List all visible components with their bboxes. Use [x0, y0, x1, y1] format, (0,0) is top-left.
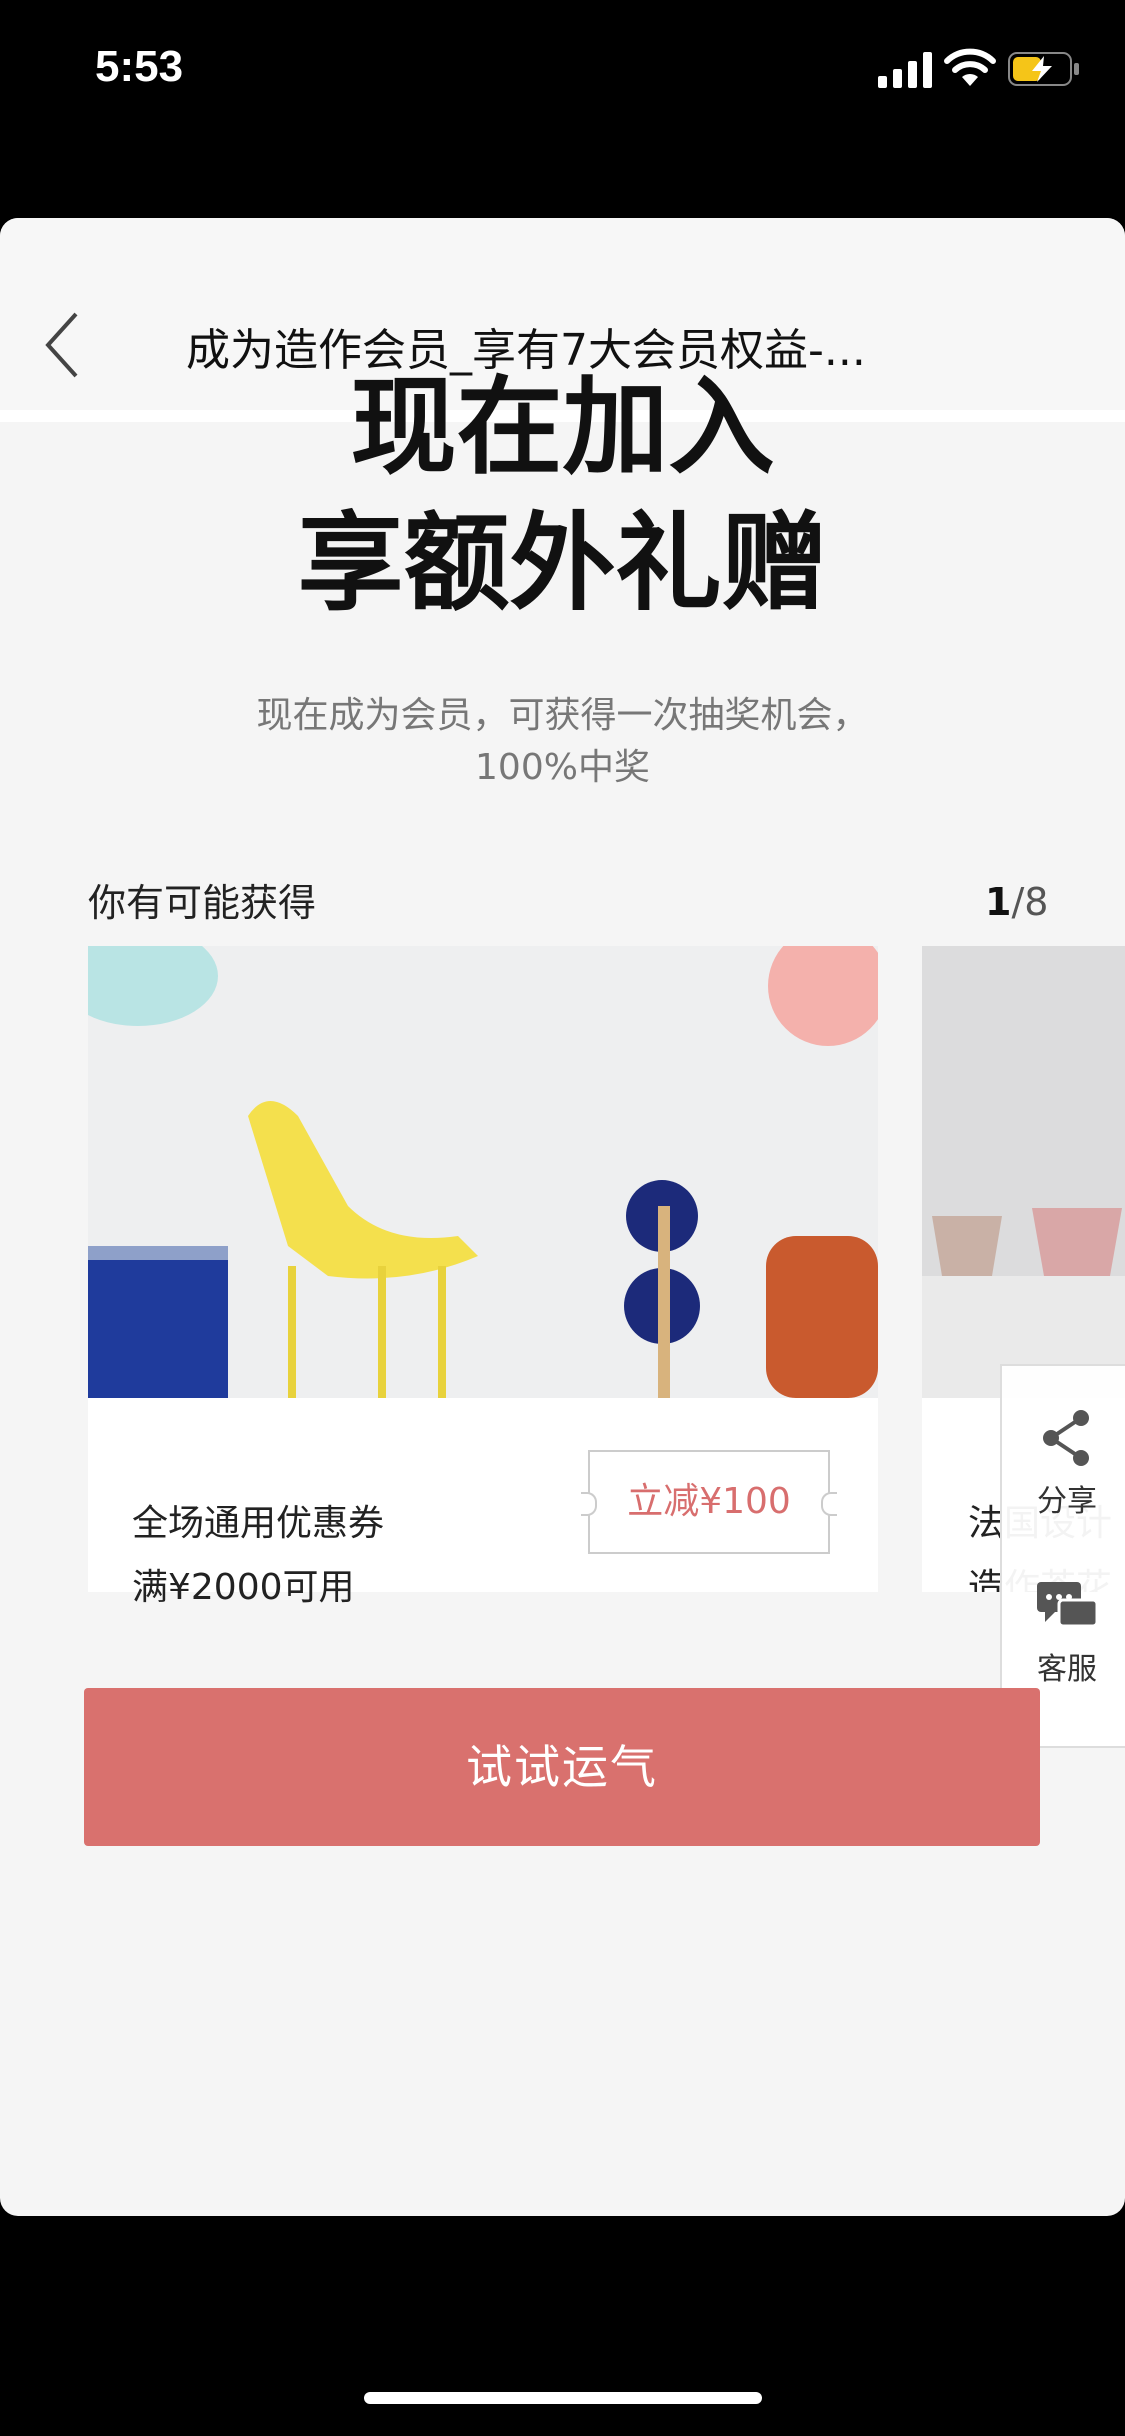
- carousel-pager: 1/8: [985, 880, 1048, 924]
- coupon-title: 全场通用优惠券: [132, 1503, 385, 1544]
- pager-current: 1: [985, 880, 1012, 924]
- status-bar: 5:53: [0, 0, 1125, 140]
- cellular-signal-icon: [878, 52, 932, 88]
- home-indicator[interactable]: [364, 2392, 762, 2404]
- status-time: 5:53: [95, 42, 184, 91]
- hero-heading: 现在加入 享额外礼赠: [0, 360, 1125, 632]
- coupon-condition: 满¥2000可用: [132, 1567, 355, 1608]
- coupon-discount-tag: 立减¥100: [581, 1450, 837, 1554]
- share-button[interactable]: 分享: [1002, 1408, 1125, 1520]
- vase-photo: [922, 946, 1125, 1398]
- battery-charging-icon: [1008, 52, 1079, 86]
- hero-line-2: 享额外礼赠: [297, 502, 828, 625]
- subtitle-line-2: 100%中奖: [475, 747, 650, 788]
- hero-subtitle: 现在成为会员，可获得一次抽奖机会， 100%中奖: [0, 690, 1125, 794]
- coupon-info: 全场通用优惠券 满¥2000可用 立减¥100: [88, 1398, 878, 1608]
- prizes-label: 你有可能获得: [88, 881, 317, 925]
- share-label: 分享: [1037, 1484, 1097, 1519]
- prize-card[interactable]: 全场通用优惠券 满¥2000可用 立减¥100: [88, 946, 878, 1608]
- customer-service-button[interactable]: 客服: [1002, 1580, 1125, 1688]
- furniture-photo: [88, 946, 878, 1398]
- chat-bubbles-icon: [1037, 1582, 1099, 1628]
- wifi-icon: [944, 48, 996, 86]
- subtitle-line-1: 现在成为会员，可获得一次抽奖机会，: [256, 695, 869, 736]
- pager-total: /8: [1011, 880, 1049, 924]
- service-label: 客服: [1037, 1652, 1097, 1687]
- share-icon: [1043, 1410, 1089, 1466]
- hero-line-1: 现在加入: [350, 366, 775, 489]
- try-luck-button[interactable]: 试试运气: [84, 1688, 1040, 1846]
